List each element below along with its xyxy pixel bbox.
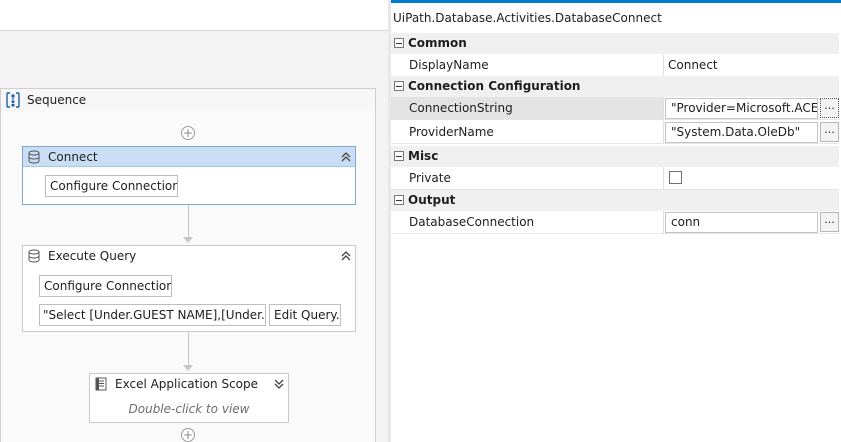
- property-name: ConnectionString: [391, 97, 664, 119]
- designer-breadcrumb-bar: [0, 0, 388, 31]
- sequence-title: Sequence: [27, 93, 87, 107]
- collapse-minus-icon[interactable]: [394, 81, 404, 91]
- connector-line: [188, 205, 189, 237]
- property-value-displayname[interactable]: Connect: [665, 54, 839, 76]
- connector-arrow-icon: [183, 365, 193, 371]
- execute-query-activity-header[interactable]: Execute Query: [23, 246, 355, 266]
- providername-input[interactable]: "System.Data.OleDb": [665, 122, 818, 143]
- property-value-connectionstring[interactable]: "Provider=Microsoft.ACE.OLEDB.12.0; ...: [665, 97, 839, 119]
- connector-arrow-icon: [183, 237, 193, 243]
- property-row-databaseconnection[interactable]: DatabaseConnection conn ...: [391, 211, 839, 234]
- connectionstring-ellipsis-button[interactable]: ...: [820, 98, 839, 118]
- property-name: DisplayName: [391, 54, 664, 76]
- property-value-providername[interactable]: "System.Data.OleDb" ...: [665, 121, 839, 143]
- edit-query-button[interactable]: Edit Query...: [269, 304, 341, 326]
- excel-scope-title: Excel Application Scope: [115, 377, 259, 391]
- excel-application-scope-activity[interactable]: Excel Application Scope Double-click to …: [89, 373, 289, 423]
- database-icon: [28, 150, 40, 164]
- excel-scope-header[interactable]: Excel Application Scope: [90, 374, 288, 394]
- displayname-value[interactable]: Connect: [668, 54, 718, 76]
- excel-workbook-icon: [95, 377, 107, 391]
- property-row-connectionstring[interactable]: ConnectionString "Provider=Microsoft.ACE…: [391, 97, 839, 120]
- sequence-icon: [6, 92, 20, 108]
- category-misc[interactable]: Misc: [391, 146, 839, 167]
- collapse-minus-icon[interactable]: [394, 195, 404, 205]
- configure-connection-button[interactable]: Configure Connection...: [45, 175, 178, 197]
- collapse-minus-icon[interactable]: [394, 38, 404, 48]
- connect-activity[interactable]: Connect Configure Connection...: [22, 146, 356, 205]
- database-icon: [28, 249, 40, 263]
- execute-query-activity[interactable]: Execute Query Configure Connection... "S…: [22, 245, 356, 332]
- category-label: Misc: [408, 149, 439, 163]
- add-activity-plus-icon[interactable]: +: [181, 126, 195, 140]
- property-row-private[interactable]: Private: [391, 167, 839, 190]
- collapse-minus-icon[interactable]: [394, 151, 404, 161]
- category-label: Output: [408, 193, 456, 207]
- connector-line: [188, 332, 189, 365]
- sql-query-input[interactable]: "Select [Under.GUEST NAME],[Under.ROOM: [39, 304, 266, 326]
- providername-ellipsis-button[interactable]: ...: [820, 122, 839, 142]
- connect-activity-header[interactable]: Connect: [23, 147, 355, 167]
- double-click-hint: Double-click to view: [128, 402, 250, 416]
- property-row-displayname[interactable]: DisplayName Connect: [391, 54, 839, 77]
- collapse-chevron-up-icon[interactable]: [339, 150, 353, 164]
- databaseconnection-ellipsis-button[interactable]: ...: [820, 212, 839, 232]
- activity-type-label: UiPath.Database.Activities.DatabaseConne…: [393, 11, 662, 25]
- workflow-designer[interactable]: Sequence + Connect Configure Connection.…: [0, 0, 388, 442]
- sequence-header[interactable]: Sequence: [0, 88, 376, 112]
- connect-activity-title: Connect: [48, 150, 98, 164]
- configure-connection-button[interactable]: Configure Connection...: [39, 275, 172, 297]
- property-value-private[interactable]: [665, 167, 839, 189]
- collapse-chevron-up-icon[interactable]: [339, 249, 353, 263]
- execute-query-activity-title: Execute Query: [48, 249, 137, 263]
- property-value-databaseconnection[interactable]: conn ...: [665, 211, 839, 233]
- property-name: DatabaseConnection: [391, 211, 664, 233]
- category-output[interactable]: Output: [391, 190, 839, 211]
- property-row-providername[interactable]: ProviderName "System.Data.OleDb" ...: [391, 121, 839, 144]
- add-activity-plus-icon[interactable]: +: [181, 428, 195, 442]
- category-common[interactable]: Common: [391, 33, 839, 54]
- property-name: Private: [391, 167, 664, 189]
- property-name: ProviderName: [391, 121, 664, 143]
- properties-panel[interactable]: UiPath.Database.Activities.DatabaseConne…: [391, 3, 841, 442]
- databaseconnection-input[interactable]: conn: [665, 212, 818, 233]
- category-label: Common: [408, 36, 467, 50]
- connectionstring-input[interactable]: "Provider=Microsoft.ACE.OLEDB.12.0;: [665, 98, 818, 119]
- private-checkbox[interactable]: [669, 171, 682, 184]
- category-connection-configuration[interactable]: Connection Configuration: [391, 76, 839, 97]
- expand-chevron-down-icon[interactable]: [272, 377, 286, 391]
- category-label: Connection Configuration: [408, 79, 581, 93]
